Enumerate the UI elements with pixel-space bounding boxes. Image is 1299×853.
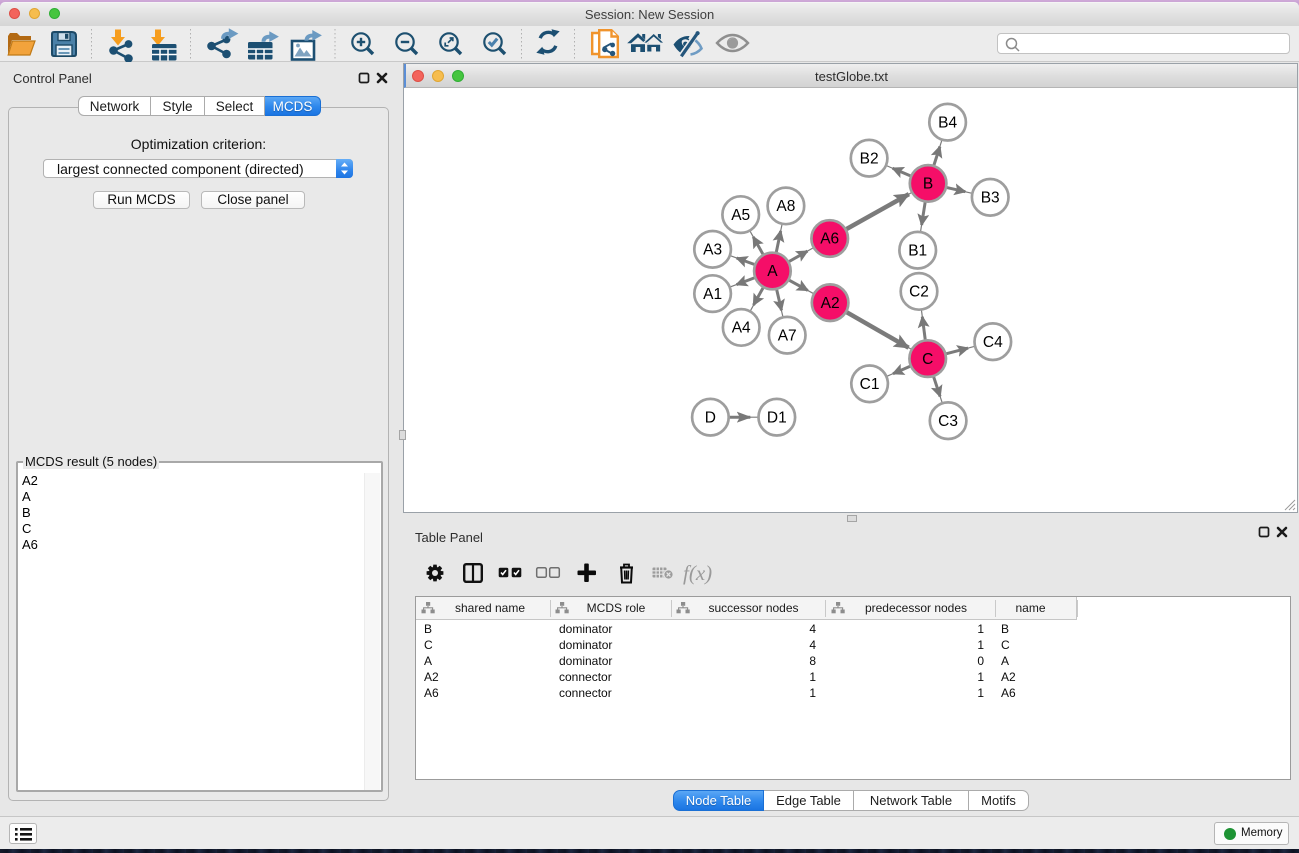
svg-text:A6: A6 (820, 231, 839, 248)
svg-text:C1: C1 (860, 376, 880, 393)
svg-text:D: D (705, 409, 716, 426)
svg-text:B4: B4 (938, 114, 957, 131)
svg-text:B: B (923, 176, 933, 193)
svg-text:A7: A7 (778, 327, 797, 344)
svg-text:A3: A3 (703, 242, 722, 259)
svg-text:f(x): f(x) (683, 561, 712, 585)
svg-text:A8: A8 (776, 198, 795, 215)
svg-text:B3: B3 (981, 190, 1000, 207)
svg-text:A5: A5 (731, 207, 750, 224)
svg-text:A4: A4 (732, 320, 751, 337)
svg-text:D1: D1 (767, 409, 787, 426)
svg-text:C: C (922, 351, 933, 368)
svg-text:C2: C2 (909, 284, 929, 301)
svg-text:A1: A1 (703, 286, 722, 303)
svg-text:B2: B2 (860, 150, 879, 167)
svg-text:A: A (767, 263, 778, 280)
svg-text:C4: C4 (983, 334, 1003, 351)
svg-text:C3: C3 (938, 413, 958, 430)
svg-text:B1: B1 (908, 242, 927, 259)
svg-text:A2: A2 (821, 295, 840, 312)
